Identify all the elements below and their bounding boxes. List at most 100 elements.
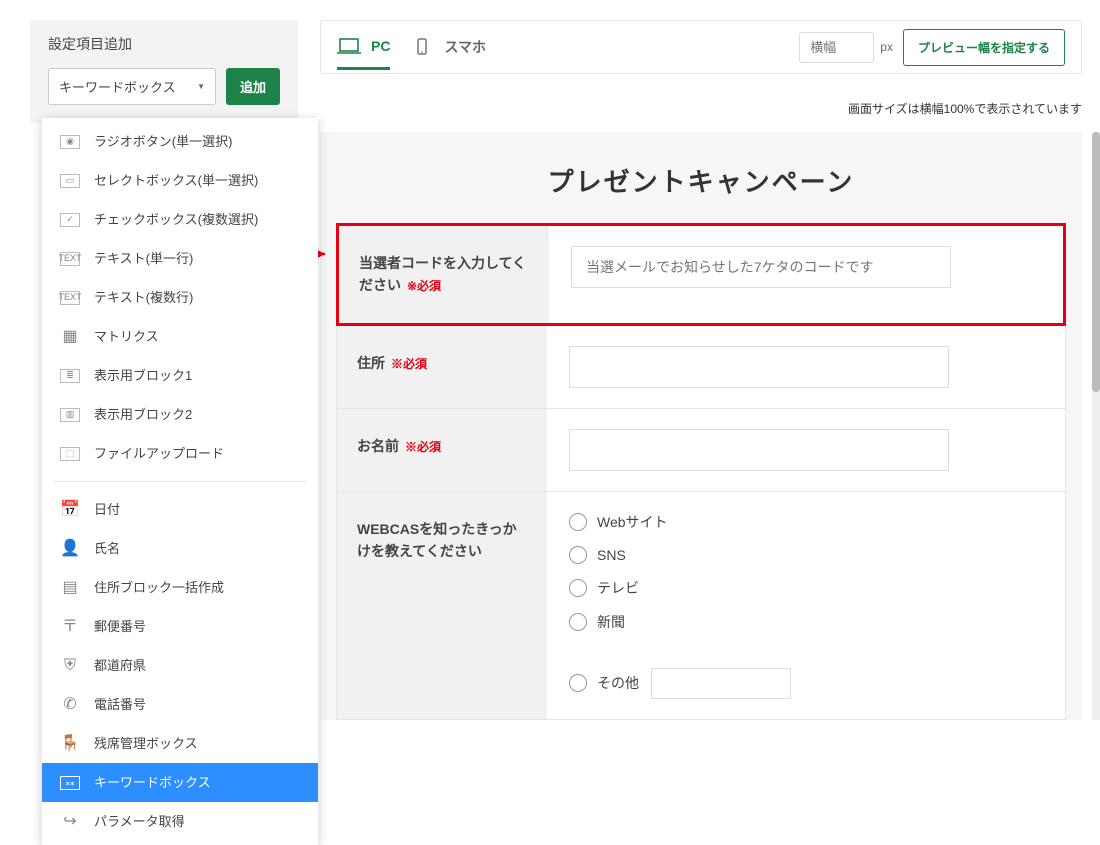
dropdown-item-label: ファイルアップロード: [94, 438, 224, 469]
set-preview-width-button[interactable]: プレビュー幅を指定する: [903, 29, 1065, 66]
dropdown-item-date[interactable]: 📅 日付: [42, 490, 318, 529]
dropdown-item-block1[interactable]: ≣ 表示用ブロック1: [42, 356, 318, 395]
pc-icon: [337, 37, 361, 55]
dropdown-item-block2[interactable]: ▥ 表示用ブロック2: [42, 395, 318, 434]
radio-circle-icon: [569, 613, 587, 631]
zip-icon: 〒: [60, 620, 80, 634]
block2-icon: ▥: [60, 408, 80, 422]
scrollbar-thumb[interactable]: [1092, 132, 1100, 392]
form-row-code: 当選者コードを入力してください※必須: [336, 223, 1066, 326]
dropdown-item-param[interactable]: ↪パラメータ取得: [42, 802, 318, 841]
code-input[interactable]: [571, 246, 951, 288]
radio-label: SNS: [597, 547, 626, 563]
radio-テレビ[interactable]: テレビ: [569, 578, 1043, 598]
form-title: プレゼントキャンペーン: [336, 132, 1066, 223]
name-icon: 👤: [60, 542, 80, 556]
sidebar-title: 設定項目追加: [30, 20, 298, 68]
block1-icon: ≣: [60, 369, 80, 383]
dropdown-item-label: 表示用ブロック1: [94, 360, 192, 391]
dropdown-item-seat[interactable]: 🪑 残席管理ボックス: [42, 724, 318, 763]
keyword-icon: ⁎⁎: [60, 776, 80, 790]
dropdown-item-radio[interactable]: ◉ ラジオボタン(単一選択): [42, 122, 318, 161]
dropdown-item-select[interactable]: ▭セレクトボックス(単一選択): [42, 161, 318, 200]
checkbox-icon: ✓: [60, 213, 80, 227]
seat-icon: 🪑: [60, 737, 80, 751]
radio-新聞[interactable]: 新聞: [569, 612, 1043, 632]
dropdown-item-zip[interactable]: 〒郵便番号: [42, 607, 318, 646]
size-note: 画面サイズは横幅100%で表示されています: [848, 100, 1082, 117]
dropdown-item-label: 残席管理ボックス: [94, 728, 198, 759]
form-row-name: お名前 ※必須: [336, 409, 1066, 492]
dropdown-item-label: 電話番号: [94, 689, 146, 720]
radio-circle-icon: [569, 513, 587, 531]
radio-その他[interactable]: その他: [569, 668, 1043, 699]
form-rows: 当選者コードを入力してください※必須住所※必須お名前※必須WEBCASを知ったき…: [336, 223, 1066, 720]
dropdown-item-pref[interactable]: ⛨都道府県: [42, 646, 318, 685]
required-mark: ※必須: [405, 440, 441, 454]
dropdown-item-label: キーワードボックス: [94, 767, 211, 798]
select-value: キーワードボックス: [59, 77, 176, 96]
radio-label: Webサイト: [597, 512, 668, 532]
control-row: キーワードボックス 追加: [30, 68, 298, 123]
form-input-area-source: Webサイト SNS テレビ新聞その他: [547, 492, 1065, 719]
label-text: WEBCASを知ったきっかけを教えてください: [357, 521, 517, 559]
form-label-address: 住所※必須: [337, 326, 547, 408]
address-input[interactable]: [569, 346, 949, 388]
form-label-code: 当選者コードを入力してください※必須: [339, 226, 549, 323]
dropdown-item-label: セレクトボックス(単一選択): [94, 165, 258, 196]
dropdown-item-label: テキスト(複数行): [94, 282, 193, 313]
radio-icon: ◉: [60, 135, 80, 149]
file-icon: ⬚: [60, 447, 80, 461]
form-input-area-code: [549, 226, 1063, 323]
px-label: px: [880, 40, 893, 54]
dropdown-item-name[interactable]: 👤氏名: [42, 529, 318, 568]
dropdown-item-tel[interactable]: ✆ 電話番号: [42, 685, 318, 724]
form-label-name: お名前 ※必須: [337, 409, 547, 491]
radio-Webサイト[interactable]: Webサイト: [569, 512, 1043, 532]
radio-list: Webサイト SNS テレビ新聞その他: [569, 512, 1043, 699]
form-input-area-address: [547, 326, 1065, 408]
form-input-area-name: [547, 409, 1065, 491]
dropdown-separator: [54, 481, 306, 482]
dropdown-item-matrix[interactable]: ▦ マトリクス: [42, 317, 318, 356]
radio-circle-icon: [569, 546, 587, 564]
radio-circle-icon: [569, 579, 587, 597]
dropdown-item-text1[interactable]: TEXTテキスト(単一行): [42, 239, 318, 278]
required-mark: ※必須: [391, 357, 427, 371]
dropdown-item-label: マトリクス: [94, 321, 159, 352]
radio-circle-icon: [569, 674, 587, 692]
field-type-select[interactable]: キーワードボックス: [48, 68, 216, 105]
dropdown-item-file[interactable]: ⬚ ファイルアップロード: [42, 434, 318, 473]
tab-sp[interactable]: スマホ: [410, 37, 486, 57]
add-button[interactable]: 追加: [226, 68, 280, 105]
dropdown-item-label: 郵便番号: [94, 611, 146, 642]
tab-sp-label: スマホ: [444, 37, 486, 57]
label-text: お名前: [357, 438, 399, 454]
name-input[interactable]: [569, 429, 949, 471]
settings-sidebar: 設定項目追加 キーワードボックス 追加: [30, 20, 298, 123]
tel-icon: ✆: [60, 698, 80, 712]
matrix-icon: ▦: [60, 330, 80, 344]
width-input[interactable]: [799, 32, 874, 63]
dropdown-item-label: 住所ブロック一括作成: [94, 572, 224, 603]
dropdown-item-keyword[interactable]: ⁎⁎ キーワードボックス: [42, 763, 318, 802]
date-icon: 📅: [60, 503, 80, 517]
radio-SNS[interactable]: SNS: [569, 546, 1043, 564]
dropdown-item-addrblock[interactable]: ▤住所ブロック一括作成: [42, 568, 318, 607]
dropdown-item-textn[interactable]: TEXTテキスト(複数行): [42, 278, 318, 317]
dropdown-item-label: 表示用ブロック2: [94, 399, 192, 430]
radio-label: 新聞: [597, 612, 625, 632]
dropdown-item-checkbox[interactable]: ✓チェックボックス(複数選択): [42, 200, 318, 239]
required-mark: ※必須: [407, 279, 441, 293]
dropdown-item-label: 日付: [94, 494, 120, 525]
field-type-dropdown: ◉ ラジオボタン(単一選択) ▭セレクトボックス(単一選択)✓チェックボックス(複数…: [42, 118, 318, 845]
dropdown-item-label: テキスト(単一行): [94, 243, 193, 274]
tab-pc[interactable]: PC: [337, 37, 390, 70]
dropdown-item-label: ラジオボタン(単一選択): [94, 126, 232, 157]
label-text: 当選者コードを入力してください: [359, 255, 526, 293]
preview-body: プレゼントキャンペーン 当選者コードを入力してください※必須住所※必須お名前※必…: [320, 132, 1082, 720]
dropdown-item-label: パラメータ取得: [94, 806, 185, 837]
tab-pc-label: PC: [371, 38, 390, 54]
dropdown-item-label: 都道府県: [94, 650, 146, 681]
other-text-input[interactable]: [651, 668, 791, 699]
